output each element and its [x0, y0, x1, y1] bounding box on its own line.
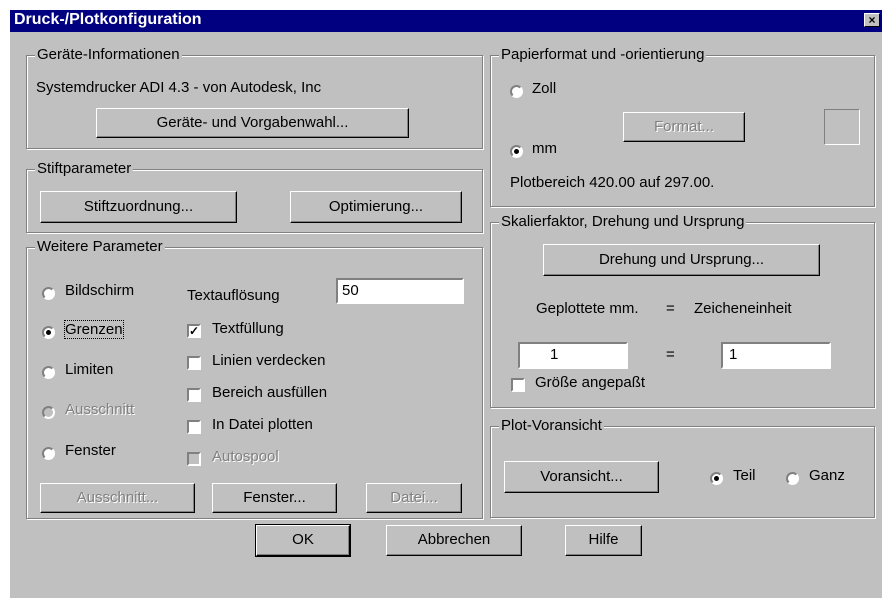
- radio-label: Ausschnitt: [65, 401, 135, 418]
- checkbox[interactable]: [511, 378, 525, 392]
- plot-area-text: Plotbereich 420.00 auf 297.00.: [510, 174, 715, 191]
- checkbox-label: In Datei plotten: [212, 416, 313, 433]
- text-resolution-label: Textauflösung: [187, 287, 280, 304]
- window-button[interactable]: Fenster...: [212, 483, 337, 513]
- scale-group: Skalierfaktor, Drehung und Ursprung Dreh…: [490, 214, 875, 408]
- orientation-preview: [824, 109, 860, 145]
- equals-sign: =: [666, 346, 675, 363]
- text-resolution-input[interactable]: 50: [336, 278, 464, 304]
- radio-label: Teil: [733, 467, 756, 484]
- equals-label: =: [666, 300, 675, 317]
- checkbox-label: Textfüllung: [212, 320, 284, 337]
- dialog-title: Druck-/Plotkonfiguration: [14, 11, 202, 28]
- device-info-group: Geräte-Informationen Systemdrucker ADI 4…: [26, 47, 483, 149]
- ok-button[interactable]: OK: [255, 524, 351, 557]
- close-icon: ×: [868, 13, 876, 27]
- view-button: Ausschnitt...: [40, 483, 195, 513]
- radio-label: Grenzen: [64, 320, 124, 339]
- drawing-units-input[interactable]: 1: [721, 342, 831, 369]
- rotation-origin-button[interactable]: Drehung und Ursprung...: [543, 244, 820, 276]
- pen-params-legend: Stiftparameter: [35, 160, 134, 177]
- radio-button[interactable]: [510, 145, 523, 158]
- drawing-units-label: Zeicheneinheit: [694, 300, 792, 317]
- cancel-button[interactable]: Abbrechen: [386, 525, 522, 556]
- optimize-button[interactable]: Optimierung...: [290, 191, 462, 223]
- checkbox: [187, 452, 201, 466]
- more-params-group: Weitere Parameter Bildschirm Grenzen Lim…: [26, 239, 483, 519]
- radio-label: Ganz: [809, 467, 845, 484]
- radio-button[interactable]: [510, 85, 523, 98]
- pen-params-group: Stiftparameter Stiftzuordnung... Optimie…: [26, 161, 483, 233]
- radio-button[interactable]: [42, 287, 55, 300]
- close-button[interactable]: ×: [864, 13, 880, 27]
- file-button: Datei...: [366, 483, 462, 513]
- checkbox[interactable]: [187, 356, 201, 370]
- radio-label: mm: [532, 140, 557, 157]
- device-select-button[interactable]: Geräte- und Vorgabenwahl...: [96, 108, 409, 138]
- plot-preview-group: Plot-Voransicht Voransicht... Teil Ganz: [490, 418, 875, 518]
- radio-button[interactable]: [786, 472, 799, 485]
- device-info-legend: Geräte-Informationen: [35, 46, 182, 63]
- pen-assignment-button[interactable]: Stiftzuordnung...: [40, 191, 237, 223]
- radio-button[interactable]: [710, 472, 723, 485]
- radio-button[interactable]: [42, 447, 55, 460]
- checkbox[interactable]: [187, 420, 201, 434]
- format-button: Format...: [623, 112, 745, 142]
- more-params-legend: Weitere Parameter: [35, 238, 165, 255]
- checkbox[interactable]: [187, 388, 201, 402]
- radio-button: [42, 406, 55, 419]
- scale-legend: Skalierfaktor, Drehung und Ursprung: [499, 213, 747, 230]
- title-bar[interactable]: Druck-/Plotkonfiguration ×: [10, 10, 882, 32]
- paper-group: Papierformat und -orientierung Zoll Form…: [490, 47, 875, 207]
- radio-label: Zoll: [532, 80, 557, 97]
- paper-legend: Papierformat und -orientierung: [499, 46, 707, 63]
- radio-button[interactable]: [42, 366, 55, 379]
- checkbox-label: Größe angepaßt: [535, 374, 646, 391]
- radio-label: Limiten: [65, 361, 114, 378]
- print-plot-dialog: Druck-/Plotkonfiguration × Geräte-Inform…: [10, 10, 882, 598]
- radio-label: Bildschirm: [65, 282, 135, 299]
- preview-button[interactable]: Voransicht...: [504, 461, 659, 493]
- checkbox-label: Linien verdecken: [212, 352, 326, 369]
- checkbox-label: Autospool: [212, 448, 279, 465]
- plotted-units-input[interactable]: 1: [518, 342, 628, 369]
- radio-label: Fenster: [65, 442, 116, 459]
- checkbox-label: Bereich ausfüllen: [212, 384, 328, 401]
- checkbox[interactable]: ✓: [187, 324, 201, 338]
- radio-button[interactable]: [42, 326, 55, 339]
- plotted-mm-label: Geplottete mm.: [536, 300, 639, 317]
- help-button[interactable]: Hilfe: [565, 525, 642, 556]
- printer-name: Systemdrucker ADI 4.3 - von Autodesk, In…: [36, 79, 322, 96]
- plot-preview-legend: Plot-Voransicht: [499, 417, 604, 434]
